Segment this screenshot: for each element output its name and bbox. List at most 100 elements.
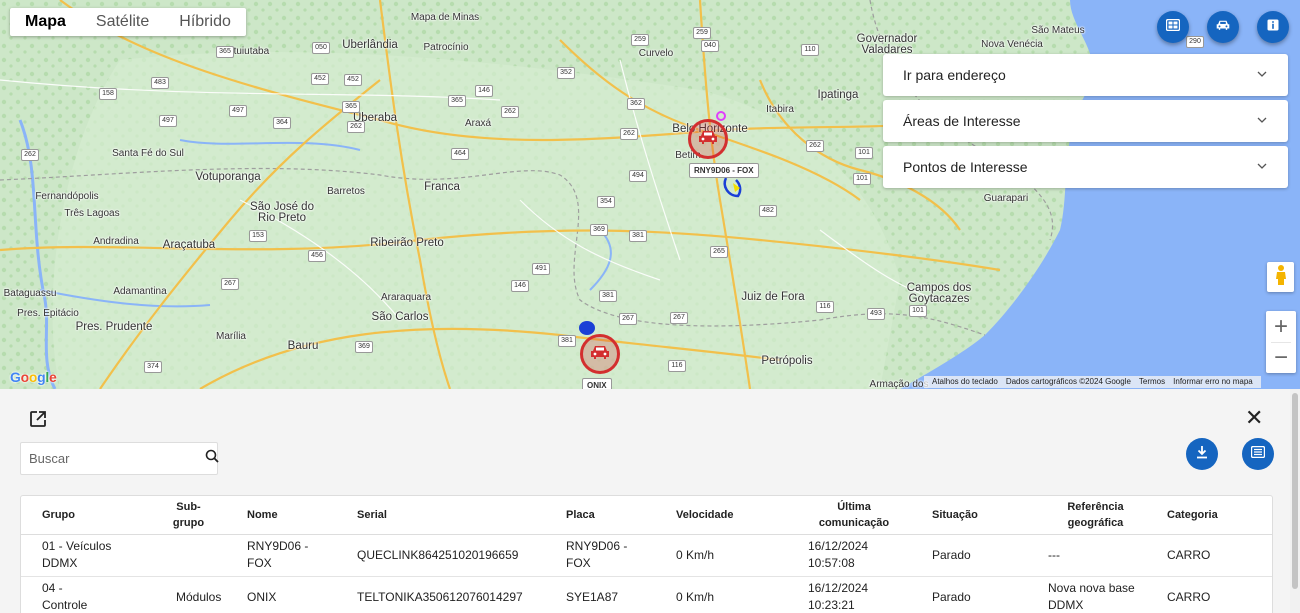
highway-shield: 483 [151, 77, 169, 89]
list-icon [1250, 445, 1266, 463]
highway-shield: 146 [511, 280, 529, 292]
report-error-link[interactable]: Informar erro no mapa [1169, 376, 1257, 388]
columns-button[interactable] [1242, 438, 1274, 470]
map-type-hybrid[interactable]: Híbrido [164, 8, 246, 36]
highway-shield: 364 [273, 117, 291, 129]
highway-shield: 354 [597, 196, 615, 208]
cell-subgrupo: Módulos [138, 576, 239, 613]
col-subgrupo[interactable]: Sub-grupo [138, 496, 239, 535]
col-nome[interactable]: Nome [239, 496, 349, 535]
table-row[interactable]: 01 - Veículos DDMX RNY9D06 - FOX QUECLIN… [21, 534, 1272, 577]
download-button[interactable] [1186, 438, 1218, 470]
table-header-row: Grupo Sub-grupo Nome Serial Placa Veloci… [21, 496, 1272, 535]
map-attribution: Atalhos do teclado Dados cartográficos ©… [924, 376, 1261, 388]
cell-serial: TELTONIKA350612076014297 [349, 576, 558, 613]
highway-shield: 381 [558, 335, 576, 347]
map-type-satellite[interactable]: Satélite [81, 8, 164, 36]
cell-placa: RNY9D06 - FOX [558, 534, 668, 577]
chevron-down-icon [1256, 159, 1268, 175]
close-panel-button[interactable]: ✕ [1245, 407, 1263, 429]
info-icon [1267, 18, 1279, 36]
col-ultima[interactable]: Última comunicação [784, 496, 924, 535]
highway-shield: 262 [501, 106, 519, 118]
table-row[interactable]: 04 - Controle Módulos ONIX TELTONIKA3506… [21, 576, 1272, 613]
highway-shield: 362 [627, 98, 645, 110]
col-serial[interactable]: Serial [349, 496, 558, 535]
highway-shield: 262 [620, 128, 638, 140]
car-icon [698, 129, 718, 150]
highway-shield: 494 [629, 170, 647, 182]
dashboard-button[interactable] [1157, 11, 1189, 43]
zoom-out-button[interactable]: − [1266, 343, 1296, 373]
highway-shield: 101 [855, 147, 873, 159]
col-grupo[interactable]: Grupo [21, 496, 138, 535]
map-data-text: Dados cartográficos ©2024 Google [1005, 377, 1131, 386]
cell-grupo: 01 - Veículos DDMX [21, 534, 138, 577]
highway-shield: 452 [344, 74, 362, 86]
accordion-areas[interactable]: Áreas de Interesse [883, 100, 1288, 142]
cell-velocidade: 0 Km/h [668, 576, 784, 613]
map-type-map[interactable]: Mapa [10, 8, 81, 36]
scrollbar-thumb[interactable] [1292, 393, 1298, 589]
highway-shield: 497 [159, 115, 177, 127]
highway-shield: 262 [806, 140, 824, 152]
highway-shield: 352 [557, 67, 575, 79]
accordion-address[interactable]: Ir para endereço [883, 54, 1288, 96]
highway-shield: 267 [619, 313, 637, 325]
dashboard-icon [1165, 18, 1181, 36]
cell-categoria: CARRO [1163, 534, 1272, 577]
search-box [20, 442, 219, 475]
map-type-control: Mapa Satélite Híbrido [10, 8, 246, 36]
zoom-in-button[interactable]: + [1266, 311, 1296, 342]
vehicle-marker-onix[interactable] [580, 334, 620, 374]
search-icon[interactable] [205, 449, 219, 468]
chevron-down-icon [1256, 113, 1268, 129]
highway-shield: 482 [759, 205, 777, 217]
col-situacao[interactable]: Situação [924, 496, 1028, 535]
col-categoria[interactable]: Categoria [1163, 496, 1272, 535]
cell-categoria: CARRO [1163, 576, 1272, 613]
vehicles-button[interactable] [1207, 11, 1239, 43]
vehicle-panel: ✕ Grupo Sub-grupo Nome [0, 389, 1300, 613]
vehicle-label-fox: RNY9D06 - FOX [689, 163, 759, 178]
highway-shield: 153 [249, 230, 267, 242]
col-referencia[interactable]: Referência geográfica [1028, 496, 1163, 535]
highway-shield: 101 [909, 305, 927, 317]
cell-ultima: 16/12/2024 10:23:21 [784, 576, 924, 613]
vehicle-marker-fox[interactable] [688, 119, 728, 159]
highway-shield: 374 [144, 361, 162, 373]
car-icon [1216, 18, 1230, 36]
highway-shield: 050 [312, 42, 330, 54]
highway-shield: 381 [629, 230, 647, 242]
highway-shield: 116 [816, 301, 834, 313]
col-velocidade[interactable]: Velocidade [668, 496, 784, 535]
map[interactable]: Mapa de Minas Uberlândia Patrocínio Ituiuta… [0, 0, 1300, 389]
highway-shield: 110 [801, 44, 819, 56]
download-icon [1195, 445, 1209, 464]
app: Mapa de Minas Uberlândia Patrocínio Ituiuta… [0, 0, 1300, 613]
highway-shield: 493 [867, 308, 885, 320]
cell-nome: RNY9D06 - FOX [239, 534, 349, 577]
cell-ultima: 16/12/2024 10:57:08 [784, 534, 924, 577]
cell-velocidade: 0 Km/h [668, 534, 784, 577]
col-placa[interactable]: Placa [558, 496, 668, 535]
highway-shield: 491 [532, 263, 550, 275]
cell-serial: QUECLINK864251020196659 [349, 534, 558, 577]
highway-shield: 267 [221, 278, 239, 290]
terms-link[interactable]: Termos [1135, 376, 1169, 388]
search-input[interactable] [29, 451, 205, 466]
panel-scrollbar[interactable] [1290, 389, 1300, 613]
highway-shield: 267 [670, 312, 688, 324]
highway-shield: 040 [701, 40, 719, 52]
open-external-icon[interactable] [28, 409, 48, 429]
info-button[interactable] [1257, 11, 1289, 43]
highway-shield: 262 [21, 149, 39, 161]
accordion-points-label: Pontos de Interesse [903, 159, 1028, 175]
vehicle-table: Grupo Sub-grupo Nome Serial Placa Veloci… [20, 495, 1273, 613]
highway-shield: 259 [693, 27, 711, 39]
street-view-button[interactable] [1267, 262, 1294, 292]
chevron-down-icon [1256, 67, 1268, 83]
accordion-points[interactable]: Pontos de Interesse [883, 146, 1288, 188]
highway-shield: 369 [590, 224, 608, 236]
keyboard-shortcuts-link[interactable]: Atalhos do teclado [928, 376, 1002, 388]
